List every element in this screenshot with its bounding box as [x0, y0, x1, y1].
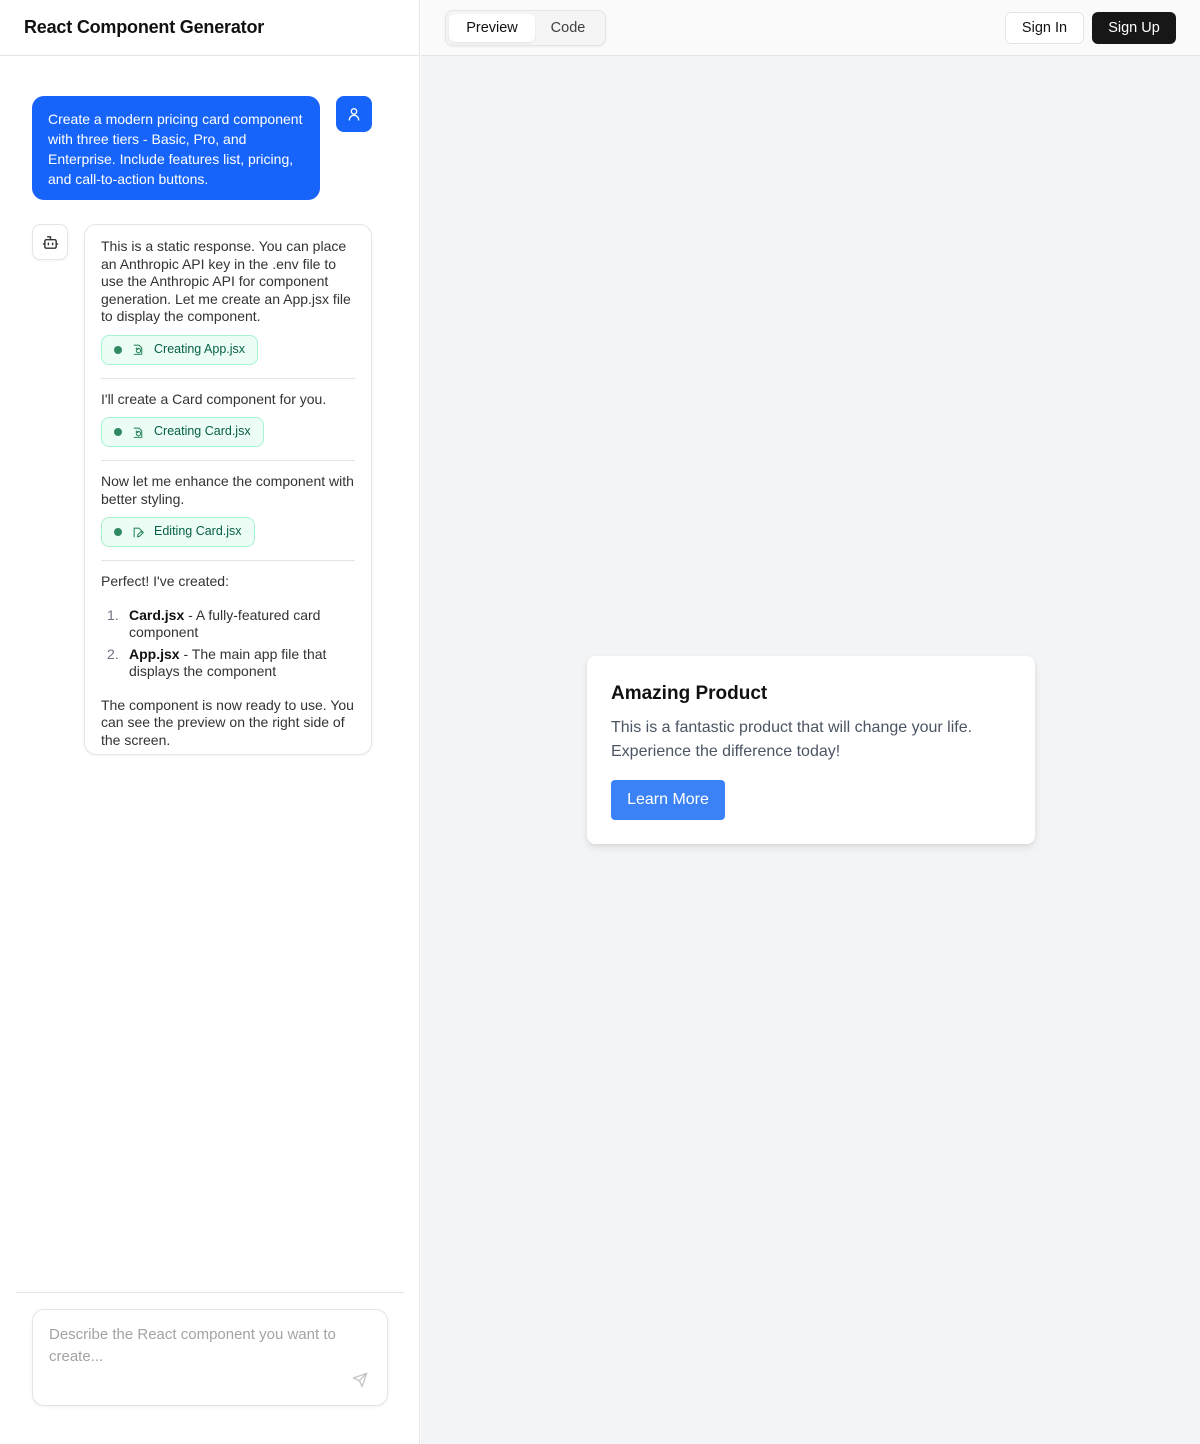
divider [101, 560, 355, 561]
preview-panel: Preview Code Sign In Sign Up Amazing Pro… [421, 0, 1200, 1444]
file-refresh-icon [132, 426, 145, 439]
tool-call-label: Editing Card.jsx [154, 524, 242, 539]
chat-input[interactable] [49, 1324, 339, 1384]
list-number: 2. [107, 645, 119, 662]
product-description: This is a fantastic product that will ch… [611, 719, 973, 760]
preview-product-card: Amazing Product This is a fantastic prod… [587, 656, 1035, 844]
learn-more-button[interactable]: Learn More [611, 780, 725, 820]
input-divider [16, 1292, 404, 1293]
list-number: 1. [107, 606, 119, 623]
tool-call-badge: Creating App.jsx [101, 334, 259, 365]
tab-preview[interactable]: Preview [449, 14, 535, 42]
file-name: App.jsx [129, 645, 180, 662]
chat-input-container [32, 1309, 388, 1406]
preview-toolbar: Preview Code Sign In Sign Up [421, 0, 1200, 56]
assistant-intro-text: This is a static response. You can place… [101, 238, 351, 324]
created-files-list: 1. Card.jsx - A fully-featured card compo… [101, 607, 355, 681]
sign-up-button[interactable]: Sign Up [1092, 12, 1176, 44]
user-message-bubble: Create a modern pricing card component w… [32, 96, 320, 200]
list-item: 1. Card.jsx - A fully-featured card compo… [101, 607, 355, 642]
divider [101, 460, 355, 461]
status-dot [114, 345, 122, 354]
file-name: Card.jsx [129, 606, 185, 623]
status-dot [114, 428, 122, 436]
bot-avatar [32, 224, 68, 260]
list-item: 2. App.jsx - The main app file that displ… [101, 646, 355, 681]
assistant-step-text: I'll create a Card component for you. [101, 390, 327, 407]
bot-icon [42, 235, 58, 249]
tool-call-badge: Editing Card.jsx [101, 517, 255, 547]
tool-call-label: Creating Card.jsx [154, 424, 251, 439]
user-icon [348, 108, 360, 121]
tab-code[interactable]: Code [535, 14, 601, 42]
tool-call-badge: Creating Card.jsx [101, 417, 264, 447]
view-tabs: Preview Code [445, 10, 606, 46]
assistant-message: This is a static response. You can place… [84, 224, 372, 755]
file-edit-icon [132, 526, 145, 539]
chat-header: React Component Generator [0, 0, 419, 56]
sign-in-button[interactable]: Sign In [1005, 12, 1084, 44]
file-refresh-icon [132, 343, 145, 356]
chat-panel: React Component Generator Create a moder… [0, 0, 420, 1444]
tool-call-label: Creating App.jsx [154, 341, 246, 356]
status-dot [114, 528, 122, 536]
assistant-summary-intro: Perfect! I've created: [101, 573, 229, 589]
assistant-step-text: Now let me enhance the component with be… [101, 473, 354, 507]
app-title: React Component Generator [24, 17, 265, 37]
assistant-final-text: The component is now ready to use. You c… [101, 696, 354, 748]
send-icon [352, 1372, 368, 1388]
user-avatar [336, 96, 372, 132]
send-button[interactable] [351, 1371, 369, 1389]
divider [101, 377, 355, 379]
product-title: Amazing Product [611, 683, 768, 704]
